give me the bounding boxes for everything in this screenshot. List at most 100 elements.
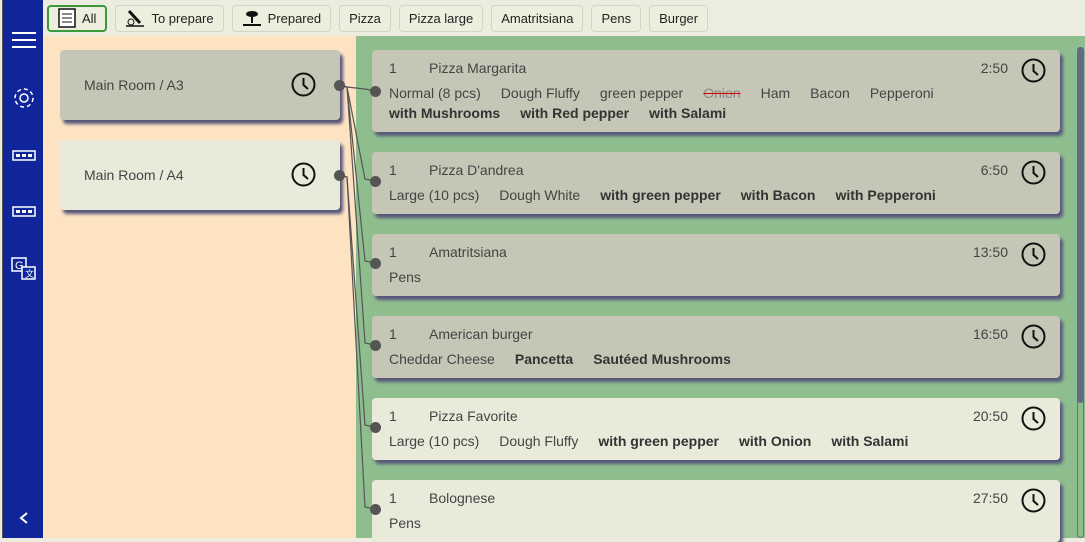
connector-dot bbox=[370, 422, 381, 433]
menu-icon[interactable] bbox=[3, 25, 44, 55]
translate-icon[interactable]: G文 bbox=[3, 254, 44, 284]
scrollbar-thumb[interactable] bbox=[1077, 47, 1084, 403]
filter-label: Pens bbox=[601, 10, 632, 26]
modifier: Dough Fluffy bbox=[500, 85, 580, 101]
order-card[interactable]: 1 Bolognese 27:50 Pens bbox=[372, 480, 1060, 542]
orders-alt-icon[interactable] bbox=[3, 196, 44, 226]
settings-icon[interactable] bbox=[3, 83, 44, 113]
order-qty: 1 bbox=[389, 326, 397, 342]
modifier: with Red pepper bbox=[520, 105, 630, 121]
modifiers: Large (10 pcs) Dough White with green pepp… bbox=[389, 186, 949, 204]
connector-dot bbox=[370, 176, 381, 187]
prepare-icon bbox=[126, 9, 145, 27]
modifier: with Pepperoni bbox=[835, 187, 936, 203]
orders-panel: 1 Pizza Margarita 2:50 Normal (8 pcs) Doug… bbox=[356, 36, 1085, 542]
filter-label: To prepare bbox=[151, 10, 214, 26]
modifier: Large (10 pcs) bbox=[389, 187, 480, 203]
clock-icon[interactable] bbox=[1021, 160, 1046, 185]
modifier: with Salami bbox=[831, 433, 909, 449]
clock-icon[interactable] bbox=[1021, 488, 1046, 513]
filter-all-button[interactable]: All bbox=[47, 4, 108, 32]
collapse-icon[interactable] bbox=[3, 503, 44, 533]
ticket-icon bbox=[58, 8, 76, 28]
connector-dot bbox=[334, 170, 345, 181]
modifier: Cheddar Cheese bbox=[389, 351, 495, 367]
room-label: Main Room / A4 bbox=[84, 167, 184, 183]
filter-amatritsiana-button[interactable]: Amatritsiana bbox=[491, 4, 584, 32]
modifier: with Salami bbox=[649, 105, 727, 121]
order-qty: 1 bbox=[389, 490, 397, 506]
modifier: Dough Fluffy bbox=[499, 433, 579, 449]
clock-icon[interactable] bbox=[1021, 406, 1046, 431]
modifiers: Large (10 pcs) Dough Fluffy with green pep… bbox=[389, 432, 949, 450]
order-name: Bolognese bbox=[429, 490, 496, 506]
order-time: 6:50 bbox=[980, 162, 1008, 178]
sidebar: G文 bbox=[2, 0, 43, 538]
filter-label: All bbox=[82, 10, 97, 26]
order-time: 13:50 bbox=[972, 244, 1008, 260]
modifier: with Bacon bbox=[740, 187, 816, 203]
clock-icon[interactable] bbox=[291, 162, 316, 187]
modifier: Pens bbox=[389, 269, 421, 285]
modifier: Large (10 pcs) bbox=[389, 433, 480, 449]
clock-icon[interactable] bbox=[291, 72, 316, 97]
modifiers: Cheddar Cheese Pancetta Sautéed Mushrooms bbox=[389, 350, 949, 368]
order-name: Pizza Margarita bbox=[429, 60, 527, 76]
connector-dot bbox=[370, 340, 381, 351]
modifier: Normal (8 pcs) bbox=[389, 85, 481, 101]
order-card[interactable]: 1 Pizza Favorite 20:50 Large (10 pcs) Doug… bbox=[372, 398, 1060, 460]
modifier: with Mushrooms bbox=[389, 105, 501, 121]
filter-pizza-button[interactable]: Pizza bbox=[339, 4, 391, 32]
order-name: Amatritsiana bbox=[429, 244, 507, 260]
room-label: Main Room / A3 bbox=[84, 77, 184, 93]
clock-icon[interactable] bbox=[1021, 58, 1046, 83]
filter-label: Burger bbox=[659, 10, 699, 26]
modifier: Dough White bbox=[499, 187, 581, 203]
order-qty: 1 bbox=[389, 244, 397, 260]
order-qty: 1 bbox=[389, 60, 397, 76]
order-card[interactable]: 1 Pizza D'andrea 6:50 Large (10 pcs) Dough… bbox=[372, 152, 1060, 214]
clock-icon[interactable] bbox=[1021, 242, 1046, 267]
modifier: green pepper bbox=[599, 85, 684, 101]
modifier: with green pepper bbox=[600, 187, 721, 203]
filter-burger-button[interactable]: Burger bbox=[649, 4, 709, 32]
clock-icon[interactable] bbox=[1021, 324, 1046, 349]
modifier: with green pepper bbox=[598, 433, 719, 449]
modifier: Pens bbox=[389, 515, 421, 531]
orders-icon[interactable] bbox=[3, 140, 44, 170]
order-card[interactable]: 1 Pizza Margarita 2:50 Normal (8 pcs) Doug… bbox=[372, 50, 1060, 132]
order-name: Pizza Favorite bbox=[429, 408, 518, 424]
modifier: with Onion bbox=[738, 433, 812, 449]
rooms-panel: Main Room / A3 Main Room / A4 bbox=[44, 36, 356, 538]
connector-dot bbox=[334, 80, 345, 91]
modifier: Ham bbox=[760, 85, 791, 101]
order-time: 2:50 bbox=[980, 60, 1008, 76]
svg-text:文: 文 bbox=[25, 268, 34, 279]
filter-pizza-large-button[interactable]: Pizza large bbox=[398, 4, 484, 32]
filter-pens-button[interactable]: Pens bbox=[591, 4, 642, 32]
room-card[interactable]: Main Room / A3 bbox=[60, 50, 340, 120]
order-time: 16:50 bbox=[972, 326, 1008, 342]
connector-dot bbox=[370, 504, 381, 515]
modifier: Pancetta bbox=[514, 351, 574, 367]
modifier: Sautéed Mushrooms bbox=[593, 351, 731, 367]
room-card[interactable]: Main Room / A4 bbox=[60, 140, 340, 210]
order-qty: 1 bbox=[389, 162, 397, 178]
order-name: Pizza D'andrea bbox=[429, 162, 524, 178]
modifier: Pepperoni bbox=[869, 85, 934, 101]
filter-prepared-button[interactable]: Prepared bbox=[231, 4, 332, 32]
filter-to-prepare-button[interactable]: To prepare bbox=[115, 4, 224, 32]
modifiers: Pens bbox=[389, 514, 949, 532]
modifier: Bacon bbox=[810, 85, 850, 101]
order-time: 20:50 bbox=[972, 408, 1008, 424]
filter-label: Pizza large bbox=[408, 10, 474, 26]
filter-label: Amatritsiana bbox=[501, 10, 574, 26]
connector-dot bbox=[370, 258, 381, 269]
order-name: American burger bbox=[429, 326, 533, 342]
order-card[interactable]: 1 American burger 16:50 Cheddar Cheese Pan… bbox=[372, 316, 1060, 378]
order-qty: 1 bbox=[389, 408, 397, 424]
filter-label: Pizza bbox=[349, 10, 381, 26]
filter-label: Prepared bbox=[267, 10, 322, 26]
order-card[interactable]: 1 Amatritsiana 13:50 Pens bbox=[372, 234, 1060, 296]
prepared-icon bbox=[242, 11, 261, 26]
